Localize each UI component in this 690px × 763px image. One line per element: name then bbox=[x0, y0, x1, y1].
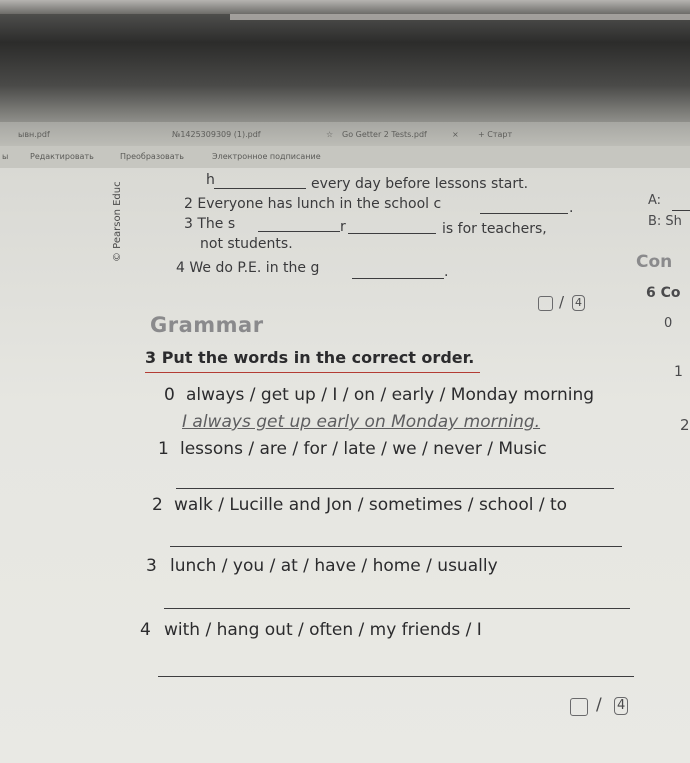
item-number: 2 bbox=[152, 495, 163, 515]
answer-line[interactable] bbox=[176, 488, 614, 489]
item-number: 1 bbox=[158, 439, 169, 459]
ex-line-2-text: 2 Everyone has lunch in the school c bbox=[184, 196, 442, 212]
item-words: lessons / are / for / late / we / never … bbox=[180, 439, 547, 459]
answer-line bbox=[672, 210, 690, 211]
new-tab-button[interactable]: + Старт bbox=[478, 130, 512, 139]
exercise-instruction: 3 Put the words in the correct order. bbox=[145, 348, 475, 367]
ex-line-4-text: 4 We do P.E. in the g bbox=[176, 260, 320, 276]
tab-file-2[interactable]: №1425309309 (1).pdf bbox=[172, 130, 261, 139]
toolbar-edge-item[interactable]: ы bbox=[2, 152, 8, 161]
sign-button[interactable]: Электронное подписание bbox=[212, 152, 321, 161]
ex-line-3-cont: not students. bbox=[200, 236, 293, 252]
score-box[interactable] bbox=[570, 698, 588, 716]
right-exercise: 6 Co bbox=[646, 285, 681, 301]
right-item-0: 0 bbox=[664, 316, 673, 331]
example-answer: I always get up early on Monday morning. bbox=[182, 412, 541, 432]
convert-button[interactable]: Преобразовать bbox=[120, 152, 184, 161]
ex-line-4-end: . bbox=[444, 264, 449, 280]
answer-line[interactable] bbox=[170, 546, 622, 547]
close-icon[interactable]: × bbox=[452, 130, 459, 139]
bezel-top-edge bbox=[0, 0, 690, 14]
instruction-underline bbox=[145, 372, 480, 373]
item-words: walk / Lucille and Jon / sometimes / sch… bbox=[174, 495, 568, 515]
score-total: 4 bbox=[572, 295, 585, 311]
tab-file-1[interactable]: ывн.pdf bbox=[18, 130, 50, 139]
answer-line bbox=[258, 231, 340, 232]
right-dialogue-a: A: bbox=[648, 193, 662, 208]
right-heading: Con bbox=[636, 252, 673, 272]
ex-line-0-letter: h bbox=[206, 172, 215, 188]
tab-file-3[interactable]: Go Getter 2 Tests.pdf bbox=[342, 130, 427, 139]
score-total: 4 bbox=[614, 697, 629, 715]
item-words: always / get up / I / on / early / Monda… bbox=[186, 385, 595, 405]
right-item-2: 2 bbox=[680, 416, 690, 434]
ex-line-3-end: is for teachers, bbox=[442, 221, 547, 237]
answer-line[interactable] bbox=[158, 676, 634, 677]
ex-line-3-letter: r bbox=[340, 219, 346, 235]
right-item-1: 1 bbox=[674, 364, 683, 380]
section-heading: Grammar bbox=[150, 313, 264, 337]
item-number: 0 bbox=[164, 385, 175, 405]
pdf-toolbar: ы Редактировать Преобразовать Электронно… bbox=[0, 146, 690, 168]
ex-line-3-text: 3 The s bbox=[184, 216, 236, 232]
item-words: with / hang out / often / my friends / I bbox=[164, 620, 482, 640]
ex-line-0-text: every day before lessons start. bbox=[311, 176, 529, 192]
score-box[interactable] bbox=[538, 296, 553, 311]
screen-bezel bbox=[0, 0, 690, 122]
answer-line bbox=[214, 188, 306, 189]
bezel-glare bbox=[230, 14, 690, 20]
item-words: lunch / you / at / have / home / usually bbox=[170, 556, 498, 576]
star-icon: ☆ bbox=[326, 130, 334, 139]
document-page bbox=[0, 168, 690, 763]
answer-line[interactable] bbox=[164, 608, 630, 609]
item-number: 4 bbox=[140, 620, 151, 640]
item-number: 3 bbox=[146, 556, 157, 576]
tab-bar: ывн.pdf №1425309309 (1).pdf ☆ Go Getter … bbox=[0, 122, 690, 146]
publisher-credit: © Pearson Educ bbox=[112, 181, 123, 262]
ex-line-2-end: . bbox=[569, 200, 574, 216]
answer-line bbox=[480, 213, 568, 214]
score-slash: / bbox=[559, 293, 565, 311]
right-dialogue-b: B: Sh bbox=[648, 214, 682, 229]
answer-line bbox=[348, 233, 436, 234]
score-slash: / bbox=[596, 695, 602, 715]
edit-button[interactable]: Редактировать bbox=[30, 152, 94, 161]
answer-line bbox=[352, 278, 444, 279]
